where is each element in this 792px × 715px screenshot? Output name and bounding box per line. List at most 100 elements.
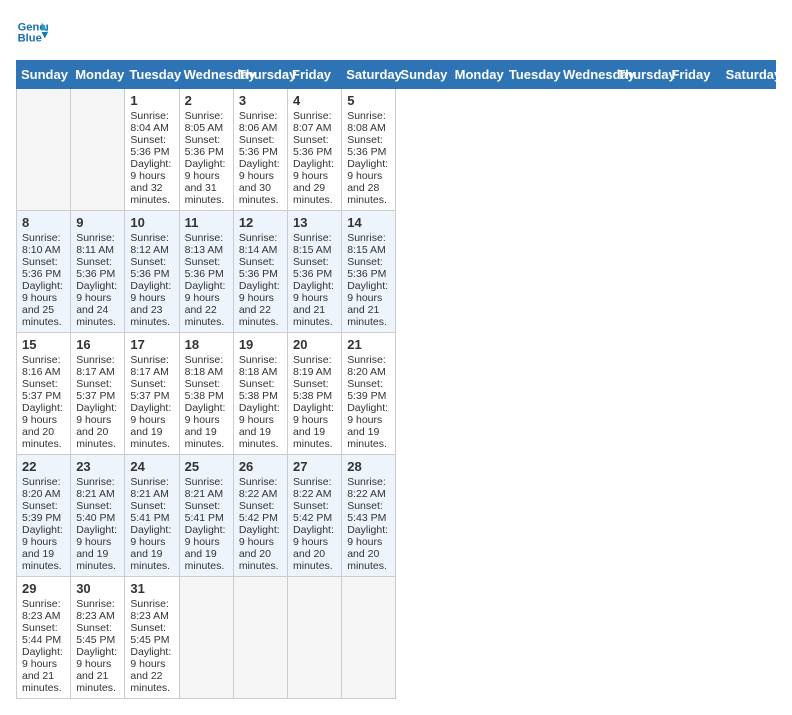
daylight-label: Daylight: 9 hours and 19 minutes. [130, 524, 171, 572]
col-header-friday: Friday [288, 61, 342, 89]
sunset-label: Sunset: 5:36 PM [22, 256, 61, 280]
daylight-label: Daylight: 9 hours and 31 minutes. [185, 158, 226, 206]
day-number: 18 [185, 337, 228, 352]
sunset-label: Sunset: 5:38 PM [185, 378, 224, 402]
sunrise-label: Sunrise: 8:05 AM [185, 110, 224, 134]
calendar-cell: 3Sunrise: 8:06 AMSunset: 5:36 PMDaylight… [233, 89, 287, 211]
sunrise-label: Sunrise: 8:17 AM [76, 354, 115, 378]
sunset-label: Sunset: 5:42 PM [239, 500, 278, 524]
daylight-label: Daylight: 9 hours and 25 minutes. [22, 280, 63, 328]
daylight-label: Daylight: 9 hours and 19 minutes. [185, 402, 226, 450]
calendar-cell: 11Sunrise: 8:13 AMSunset: 5:36 PMDayligh… [179, 211, 233, 333]
col-header-tuesday: Tuesday [504, 61, 558, 89]
day-number: 9 [76, 215, 119, 230]
sunrise-label: Sunrise: 8:18 AM [239, 354, 278, 378]
day-number: 23 [76, 459, 119, 474]
calendar-cell [179, 577, 233, 699]
col-header-wednesday: Wednesday [559, 61, 613, 89]
daylight-label: Daylight: 9 hours and 22 minutes. [185, 280, 226, 328]
calendar-cell: 26Sunrise: 8:22 AMSunset: 5:42 PMDayligh… [233, 455, 287, 577]
sunset-label: Sunset: 5:41 PM [130, 500, 169, 524]
daylight-label: Daylight: 9 hours and 20 minutes. [22, 402, 63, 450]
sunrise-label: Sunrise: 8:06 AM [239, 110, 278, 134]
day-number: 24 [130, 459, 173, 474]
day-number: 8 [22, 215, 65, 230]
calendar-cell [17, 89, 71, 211]
daylight-label: Daylight: 9 hours and 21 minutes. [347, 280, 388, 328]
day-number: 1 [130, 93, 173, 108]
week-row-5: 29Sunrise: 8:23 AMSunset: 5:44 PMDayligh… [17, 577, 776, 699]
calendar-cell: 29Sunrise: 8:23 AMSunset: 5:44 PMDayligh… [17, 577, 71, 699]
col-header-saturday: Saturday [342, 61, 396, 89]
day-number: 17 [130, 337, 173, 352]
calendar-table: SundayMondayTuesdayWednesdayThursdayFrid… [16, 60, 776, 699]
sunrise-label: Sunrise: 8:23 AM [76, 598, 115, 622]
daylight-label: Daylight: 9 hours and 22 minutes. [130, 646, 171, 694]
sunset-label: Sunset: 5:37 PM [22, 378, 61, 402]
calendar-cell: 25Sunrise: 8:21 AMSunset: 5:41 PMDayligh… [179, 455, 233, 577]
day-number: 3 [239, 93, 282, 108]
col-header-monday: Monday [450, 61, 504, 89]
calendar-cell: 27Sunrise: 8:22 AMSunset: 5:42 PMDayligh… [288, 455, 342, 577]
sunset-label: Sunset: 5:36 PM [293, 134, 332, 158]
day-number: 10 [130, 215, 173, 230]
col-header-wednesday: Wednesday [179, 61, 233, 89]
calendar-cell: 10Sunrise: 8:12 AMSunset: 5:36 PMDayligh… [125, 211, 179, 333]
daylight-label: Daylight: 9 hours and 20 minutes. [293, 524, 334, 572]
daylight-label: Daylight: 9 hours and 19 minutes. [239, 402, 280, 450]
calendar-cell [233, 577, 287, 699]
daylight-label: Daylight: 9 hours and 20 minutes. [239, 524, 280, 572]
col-header-sunday: Sunday [396, 61, 450, 89]
sunset-label: Sunset: 5:45 PM [76, 622, 115, 646]
sunrise-label: Sunrise: 8:15 AM [347, 232, 386, 256]
calendar-cell: 1Sunrise: 8:04 AMSunset: 5:36 PMDaylight… [125, 89, 179, 211]
calendar-cell: 24Sunrise: 8:21 AMSunset: 5:41 PMDayligh… [125, 455, 179, 577]
calendar-cell: 31Sunrise: 8:23 AMSunset: 5:45 PMDayligh… [125, 577, 179, 699]
day-number: 13 [293, 215, 336, 230]
daylight-label: Daylight: 9 hours and 21 minutes. [293, 280, 334, 328]
day-number: 4 [293, 93, 336, 108]
calendar-cell: 8Sunrise: 8:10 AMSunset: 5:36 PMDaylight… [17, 211, 71, 333]
daylight-label: Daylight: 9 hours and 32 minutes. [130, 158, 171, 206]
daylight-label: Daylight: 9 hours and 19 minutes. [293, 402, 334, 450]
calendar-cell: 28Sunrise: 8:22 AMSunset: 5:43 PMDayligh… [342, 455, 396, 577]
day-number: 19 [239, 337, 282, 352]
day-number: 27 [293, 459, 336, 474]
day-number: 21 [347, 337, 390, 352]
day-number: 12 [239, 215, 282, 230]
sunset-label: Sunset: 5:42 PM [293, 500, 332, 524]
calendar-cell: 30Sunrise: 8:23 AMSunset: 5:45 PMDayligh… [71, 577, 125, 699]
daylight-label: Daylight: 9 hours and 20 minutes. [347, 524, 388, 572]
col-header-tuesday: Tuesday [125, 61, 179, 89]
sunset-label: Sunset: 5:36 PM [76, 256, 115, 280]
daylight-label: Daylight: 9 hours and 30 minutes. [239, 158, 280, 206]
calendar-cell: 22Sunrise: 8:20 AMSunset: 5:39 PMDayligh… [17, 455, 71, 577]
sunset-label: Sunset: 5:36 PM [293, 256, 332, 280]
day-number: 2 [185, 93, 228, 108]
calendar-cell: 14Sunrise: 8:15 AMSunset: 5:36 PMDayligh… [342, 211, 396, 333]
calendar-cell [342, 577, 396, 699]
sunset-label: Sunset: 5:37 PM [76, 378, 115, 402]
calendar-cell: 18Sunrise: 8:18 AMSunset: 5:38 PMDayligh… [179, 333, 233, 455]
sunset-label: Sunset: 5:39 PM [22, 500, 61, 524]
sunset-label: Sunset: 5:36 PM [185, 256, 224, 280]
sunrise-label: Sunrise: 8:22 AM [347, 476, 386, 500]
calendar-cell: 5Sunrise: 8:08 AMSunset: 5:36 PMDaylight… [342, 89, 396, 211]
sunset-label: Sunset: 5:36 PM [347, 256, 386, 280]
col-header-thursday: Thursday [613, 61, 667, 89]
daylight-label: Daylight: 9 hours and 19 minutes. [347, 402, 388, 450]
sunrise-label: Sunrise: 8:14 AM [239, 232, 278, 256]
sunset-label: Sunset: 5:36 PM [239, 256, 278, 280]
sunset-label: Sunset: 5:36 PM [130, 256, 169, 280]
calendar-cell: 2Sunrise: 8:05 AMSunset: 5:36 PMDaylight… [179, 89, 233, 211]
sunset-label: Sunset: 5:38 PM [239, 378, 278, 402]
sunset-label: Sunset: 5:39 PM [347, 378, 386, 402]
calendar-cell: 21Sunrise: 8:20 AMSunset: 5:39 PMDayligh… [342, 333, 396, 455]
sunset-label: Sunset: 5:45 PM [130, 622, 169, 646]
sunrise-label: Sunrise: 8:12 AM [130, 232, 169, 256]
sunrise-label: Sunrise: 8:08 AM [347, 110, 386, 134]
sunrise-label: Sunrise: 8:11 AM [76, 232, 115, 256]
sunrise-label: Sunrise: 8:16 AM [22, 354, 61, 378]
daylight-label: Daylight: 9 hours and 19 minutes. [185, 524, 226, 572]
col-header-friday: Friday [667, 61, 721, 89]
